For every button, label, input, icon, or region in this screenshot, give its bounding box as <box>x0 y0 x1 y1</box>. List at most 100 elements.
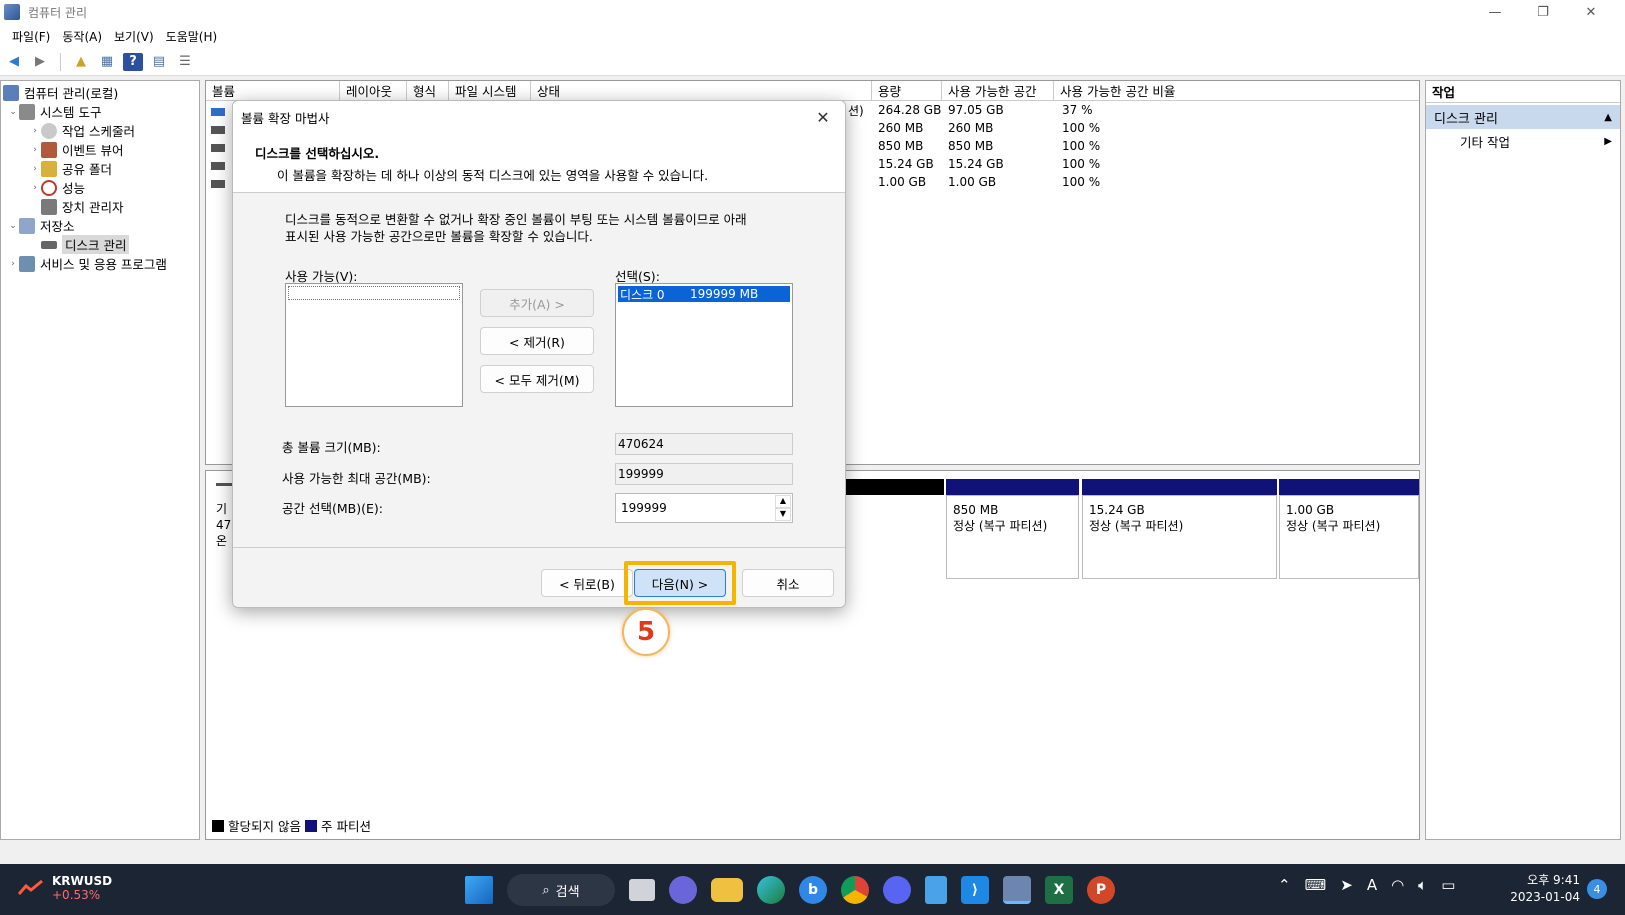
stock-widget[interactable]: KRWUSD +0.53% <box>18 874 112 902</box>
spin-down-icon[interactable]: ▼ <box>775 508 791 521</box>
location-icon[interactable]: ➤ <box>1340 876 1353 894</box>
tree-item-device-manager[interactable]: 장치 관리자 <box>1 197 199 216</box>
keyboard-icon[interactable]: ⌨ <box>1305 876 1327 894</box>
total-size-field: 470624 <box>615 433 793 455</box>
file-explorer-icon[interactable] <box>711 878 743 902</box>
partition-recovery-2[interactable]: 15.24 GB 정상 (복구 파티션) <box>1082 495 1277 579</box>
column-header-type[interactable]: 형식 <box>407 81 449 101</box>
notification-badge[interactable]: 4 <box>1587 879 1607 899</box>
available-disks-list[interactable] <box>285 283 463 407</box>
tree-item-system-tools[interactable]: ⌄ 시스템 도구 <box>1 102 199 121</box>
title-bar: 컴퓨터 관리 — ❐ ✕ <box>0 0 1625 24</box>
chevron-right-icon[interactable]: › <box>29 164 41 174</box>
tree-item-disk-management[interactable]: 디스크 관리 <box>1 235 199 254</box>
properties-icon[interactable]: ☰ <box>175 53 195 71</box>
show-action-pane-icon[interactable]: ▤ <box>149 53 169 71</box>
chevron-up-icon[interactable]: ⌃ <box>1278 876 1291 894</box>
chevron-right-icon[interactable]: › <box>29 183 41 193</box>
remove-button[interactable]: < 제거(R) <box>480 327 594 355</box>
volume-capacity: 264.28 GB <box>878 103 942 117</box>
device-manager-icon <box>41 198 57 215</box>
partition-recovery-1[interactable]: 850 MB 정상 (복구 파티션) <box>946 495 1079 579</box>
back-arrow-icon[interactable]: ◀ <box>4 53 24 71</box>
column-header-free-space[interactable]: 사용 가능한 공간 <box>942 81 1054 101</box>
tree-item-services-apps[interactable]: › 서비스 및 응용 프로그램 <box>1 254 199 273</box>
chrome-icon[interactable] <box>841 876 869 904</box>
close-window-button[interactable]: ✕ <box>1568 0 1614 24</box>
window-title: 컴퓨터 관리 <box>28 5 88 20</box>
disk-label-line: 온 <box>216 534 228 548</box>
clock-icon <box>41 122 57 139</box>
tree-label: 이벤트 뷰어 <box>62 143 124 158</box>
partition-bar <box>946 479 1079 495</box>
volume-free-pct: 100 % <box>1062 175 1101 189</box>
input-method-icon[interactable]: A <box>1367 876 1377 894</box>
chevron-right-icon[interactable]: › <box>29 126 41 136</box>
selected-disk-item[interactable]: 디스크 0 199999 MB <box>618 286 790 302</box>
chevron-right-icon[interactable]: › <box>7 259 19 269</box>
computer-management-taskbar-icon[interactable] <box>1003 876 1031 904</box>
restore-button[interactable]: ❐ <box>1520 0 1566 24</box>
back-button[interactable]: < 뒤로(B) <box>541 569 633 597</box>
chevron-down-icon[interactable]: ⌄ <box>7 107 19 117</box>
minimize-button[interactable]: — <box>1472 0 1518 24</box>
computer-management-icon <box>4 4 20 20</box>
dialog-close-icon[interactable]: ✕ <box>811 105 835 129</box>
show-hide-tree-icon[interactable]: ▦ <box>97 53 117 71</box>
help-icon[interactable]: ? <box>123 52 143 71</box>
tree-item-performance[interactable]: › 성능 <box>1 178 199 197</box>
select-space-input[interactable]: 199999 ▲ ▼ <box>615 493 793 523</box>
column-header-capacity[interactable]: 용량 <box>872 81 942 101</box>
remove-all-button[interactable]: < 모두 제거(M) <box>480 365 594 393</box>
volume-capacity: 850 MB <box>878 139 924 153</box>
selected-disks-list[interactable]: 디스크 0 199999 MB <box>615 283 793 407</box>
menu-file[interactable]: 파일(F) <box>6 28 56 45</box>
vscode-icon[interactable]: ⟩ <box>961 876 989 904</box>
forward-arrow-icon[interactable]: ▶ <box>30 53 50 71</box>
tree-item-shared-folders[interactable]: › 공유 폴더 <box>1 159 199 178</box>
task-view-icon[interactable] <box>629 879 655 901</box>
menu-view[interactable]: 보기(V) <box>108 28 160 45</box>
notepad-icon[interactable] <box>925 876 947 904</box>
column-header-layout[interactable]: 레이아웃 <box>340 81 407 101</box>
taskbar-search[interactable]: ⌕ 검색 <box>507 874 615 906</box>
menu-help[interactable]: 도움말(H) <box>160 28 224 45</box>
bing-icon[interactable]: b <box>799 876 827 904</box>
column-header-status[interactable]: 상태 <box>531 81 872 101</box>
column-header-volume[interactable]: 볼륨 <box>206 81 340 101</box>
battery-icon[interactable]: ▭ <box>1441 876 1455 894</box>
partition-recovery-3[interactable]: 1.00 GB 정상 (복구 파티션) <box>1279 495 1419 579</box>
volume-icon <box>211 126 225 134</box>
spin-up-icon[interactable]: ▲ <box>775 495 791 508</box>
volume-row-icon <box>211 175 225 193</box>
volume-row-icon <box>211 121 225 139</box>
chevron-down-icon[interactable]: ⌄ <box>7 221 19 231</box>
chevron-right-icon[interactable]: › <box>29 145 41 155</box>
wifi-icon[interactable]: ◠ <box>1391 876 1404 894</box>
menu-action[interactable]: 동작(A) <box>56 28 108 45</box>
volume-capacity: 15.24 GB <box>878 157 934 171</box>
actions-section-disk-management[interactable]: 디스크 관리 ▲ <box>1426 105 1620 129</box>
collapse-up-icon[interactable]: ▲ <box>1604 112 1612 123</box>
tree-item-task-scheduler[interactable]: › 작업 스케줄러 <box>1 121 199 140</box>
tools-icon <box>19 103 35 120</box>
up-folder-icon[interactable]: ▲ <box>71 53 91 71</box>
speaker-icon[interactable]: 🔈︎ <box>1418 876 1427 894</box>
powerpoint-icon[interactable]: P <box>1087 876 1115 904</box>
teams-chat-icon[interactable] <box>669 876 697 904</box>
edge-icon[interactable] <box>757 876 785 904</box>
tree-item-computer-management[interactable]: 컴퓨터 관리(로컬) <box>1 83 199 102</box>
cancel-button[interactable]: 취소 <box>742 569 834 597</box>
windows-start-icon[interactable] <box>465 876 493 904</box>
excel-icon[interactable]: X <box>1045 876 1073 904</box>
add-button[interactable]: 추가(A) > <box>480 289 594 317</box>
clock[interactable]: 오후 9:41 2023-01-04 <box>1510 872 1580 906</box>
column-header-free-percent[interactable]: 사용 가능한 공간 비율 <box>1054 81 1419 101</box>
disk-label-line: 47 <box>216 518 232 532</box>
tree-item-event-viewer[interactable]: › 이벤트 뷰어 <box>1 140 199 159</box>
discord-icon[interactable] <box>883 876 911 904</box>
volume-free: 97.05 GB <box>948 103 1004 117</box>
column-header-file-system[interactable]: 파일 시스템 <box>449 81 531 101</box>
tree-item-storage[interactable]: ⌄ 저장소 <box>1 216 199 235</box>
actions-more[interactable]: 기타 작업 ▶ <box>1426 129 1620 153</box>
